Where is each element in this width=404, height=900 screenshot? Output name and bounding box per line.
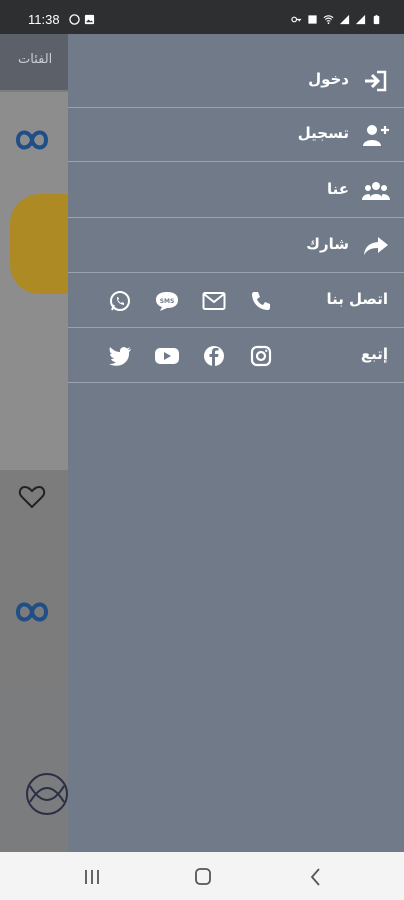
background-product-beads [10, 194, 70, 294]
drawer-item-share[interactable]: شارك [68, 219, 404, 273]
phone-button[interactable] [237, 288, 284, 314]
vpn-key-icon [291, 16, 302, 23]
status-time: 11:38 [28, 12, 60, 27]
twitter-button[interactable] [96, 343, 143, 369]
alarm-icon [308, 15, 317, 24]
recent-apps-button[interactable] [80, 866, 104, 888]
instagram-button[interactable] [237, 343, 284, 369]
follow-label: إتبع [360, 345, 388, 363]
gallery-notification-icon [84, 14, 95, 25]
wifi-icon [323, 15, 334, 25]
signal-2-icon [355, 14, 366, 25]
drawer-item-label: تسجيل [297, 124, 349, 142]
facebook-icon [203, 346, 224, 366]
whatsapp-notification-icon [69, 14, 80, 25]
facebook-button[interactable] [190, 343, 237, 369]
status-notification-icons [69, 14, 95, 25]
sms-button[interactable]: SMS [143, 288, 190, 314]
sms-icon: SMS [155, 292, 178, 311]
brand-logo-2-icon [15, 602, 49, 622]
knot-logo-icon [26, 773, 68, 815]
drawer-item-login[interactable]: دخول [68, 54, 404, 108]
drawer-item-register[interactable]: تسجيل [68, 108, 404, 162]
email-icon [202, 292, 225, 310]
whatsapp-button[interactable] [96, 288, 143, 314]
drawer-item-label: دخول [308, 70, 349, 88]
login-icon [365, 70, 387, 92]
status-system-icons [291, 14, 382, 25]
drawer-item-label: عنا [326, 180, 349, 198]
add-user-icon [363, 125, 389, 146]
youtube-icon [154, 348, 179, 364]
favorite-heart-icon [18, 485, 46, 509]
home-button[interactable] [191, 866, 215, 888]
follow-icons [96, 343, 284, 369]
navigation-drawer: دخول تسجيل عنا شارك اتصل بنا SMS إتبع [68, 34, 404, 852]
users-icon [362, 182, 390, 200]
signal-icon [339, 14, 350, 25]
drawer-item-label: شارك [306, 235, 349, 253]
contact-label: اتصل بنا [326, 290, 388, 308]
youtube-button[interactable] [143, 343, 190, 369]
contact-icons: SMS [96, 288, 284, 314]
system-navigation-bar [0, 852, 404, 900]
instagram-icon [250, 345, 271, 367]
drawer-contact-row: اتصل بنا SMS [68, 274, 404, 328]
twitter-icon [108, 347, 131, 366]
phone-icon [251, 292, 270, 310]
back-button[interactable] [304, 866, 328, 888]
svg-text:SMS: SMS [159, 298, 174, 305]
brand-logo-icon [15, 130, 49, 150]
drawer-item-about[interactable]: عنا [68, 164, 404, 218]
whatsapp-icon [109, 291, 130, 311]
battery-icon [373, 14, 380, 25]
drawer-follow-row: إتبع [68, 329, 404, 383]
background-header-title: الفئات [18, 52, 53, 67]
status-bar: 11:38 [0, 0, 404, 34]
email-button[interactable] [190, 288, 237, 314]
share-icon [364, 237, 388, 255]
